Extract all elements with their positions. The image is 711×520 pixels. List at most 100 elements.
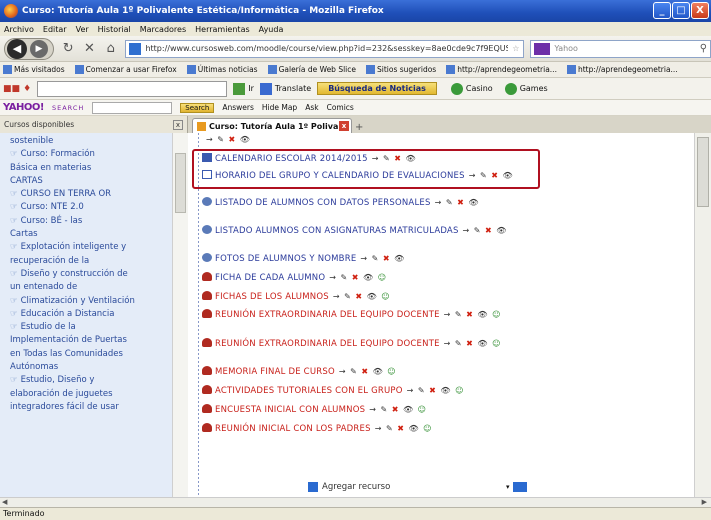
sidebar-course-item[interactable]: Cartas — [10, 228, 172, 241]
scroll-right-icon[interactable]: ▶ — [702, 498, 707, 506]
editing-icons[interactable]: → ✎ ✖ 👁 — [469, 171, 514, 180]
editing-icons[interactable]: → ✎ ✖ 👁 — [435, 198, 480, 207]
sidebar-course-item[interactable]: Implementación de Puertas — [10, 334, 172, 347]
go-button[interactable]: Ir — [233, 82, 254, 95]
resource-link[interactable]: REUNIÓN INICIAL CON LOS PADRES → ✎ ✖ 👁 ☺ — [202, 423, 433, 434]
sidebar-course-item[interactable]: elaboración de juguetes — [10, 388, 172, 401]
editing-icons[interactable]: → ✎ ✖ 👁 — [372, 154, 417, 163]
resource-link[interactable]: FICHA DE CADA ALUMNO → ✎ ✖ 👁 ☺ — [202, 272, 387, 283]
page-scroll-thumb[interactable] — [697, 137, 709, 207]
menu-ver[interactable]: Ver — [76, 25, 89, 34]
sidebar-scrollbar[interactable] — [172, 133, 188, 497]
back-button[interactable]: ◀ — [7, 38, 27, 59]
sidebar-course-item[interactable]: ☞ Educación a Distancia — [10, 308, 172, 321]
toolbar-logo-icon[interactable]: ■■ ♦ — [3, 84, 31, 94]
menu-ayuda[interactable]: Ayuda — [259, 25, 284, 34]
editing-icons[interactable]: → ✎ ✖ 👁 — [206, 135, 251, 144]
add-activity-select[interactable]: ▾ — [506, 482, 527, 492]
sidebar-course-item[interactable]: integradores fácil de usar — [10, 401, 172, 414]
editing-icons[interactable]: → ✎ ✖ 👁 — [463, 226, 508, 235]
busqueda-noticias-button[interactable]: Búsqueda de Noticias — [317, 82, 437, 95]
yahoo-link-ask[interactable]: Ask — [305, 103, 318, 112]
bookmark-web-slice[interactable]: Galería de Web Slice — [267, 65, 356, 74]
forward-button[interactable]: ▶ — [30, 39, 48, 58]
sidebar-course-item[interactable]: Autónomas — [10, 361, 172, 374]
sidebar-course-item[interactable]: ☞ Explotación inteligente y — [10, 241, 172, 254]
editing-icons[interactable]: → ✎ ✖ 👁 ☺ — [369, 405, 427, 414]
resource-link[interactable]: HORARIO DEL GRUPO Y CALENDARIO DE EVALUA… — [202, 170, 514, 181]
resource-link[interactable]: REUNIÓN EXTRAORDINARIA DEL EQUIPO DOCENT… — [202, 338, 501, 349]
search-bar[interactable]: Yahoo ⚲ — [530, 39, 711, 58]
yahoo-engine-icon[interactable] — [534, 42, 551, 55]
editing-icons[interactable]: → ✎ ✖ 👁 ☺ — [339, 367, 397, 376]
sidebar-course-item[interactable]: Básica en materias — [10, 162, 172, 175]
sidebar-course-item[interactable]: ☞ Curso: Formación — [10, 148, 172, 161]
yahoo-link-hidemap[interactable]: Hide Map — [262, 103, 297, 112]
sidebar-course-item[interactable]: ☞ CURSO EN TERRA OR — [10, 188, 172, 201]
menu-archivo[interactable]: Archivo — [4, 25, 34, 34]
toolbar-search-input[interactable] — [37, 80, 228, 97]
scroll-left-icon[interactable]: ◀ — [2, 498, 7, 506]
yahoo-link-comics[interactable]: Comics — [327, 103, 354, 112]
translate-button[interactable]: Translate — [259, 82, 311, 95]
add-resource-row[interactable]: Agregar recurso — [308, 482, 390, 492]
tab-close-button[interactable]: x — [339, 121, 349, 131]
menu-editar[interactable]: Editar — [43, 25, 67, 34]
resource-link[interactable]: ENCUESTA INICIAL CON ALUMNOS → ✎ ✖ 👁 ☺ — [202, 404, 427, 415]
dropdown-arrow-icon[interactable]: ▾ — [506, 483, 510, 491]
editing-icons[interactable]: → ✎ ✖ 👁 ☺ — [444, 339, 502, 348]
bookmark-aprendegeometria-1[interactable]: http://aprendegeometria... — [446, 65, 557, 74]
resource-link[interactable]: MEMORIA FINAL DE CURSO → ✎ ✖ 👁 ☺ — [202, 366, 397, 377]
bookmark-aprendegeometria-2[interactable]: http://aprendegeometria... — [566, 65, 678, 74]
casino-link[interactable]: Casino — [450, 82, 493, 95]
resource-link[interactable]: REUNIÓN EXTRAORDINARIA DEL EQUIPO DOCENT… — [202, 309, 501, 320]
sidebar-course-item[interactable]: CARTAS — [10, 175, 172, 188]
yahoo-search-button[interactable]: Search — [180, 102, 215, 113]
maximize-button[interactable]: □ — [672, 2, 690, 19]
sidebar-course-item[interactable]: sostenible — [10, 135, 172, 148]
sidebar-course-item[interactable]: ☞ Curso: BÉ - las — [10, 215, 172, 228]
bookmark-star-icon[interactable]: ☆ — [512, 44, 519, 53]
home-icon[interactable]: ⌂ — [104, 41, 117, 56]
tab-active-course[interactable]: Curso: Tutoría Aula 1º Polivalente... x — [192, 118, 352, 133]
window-titlebar[interactable]: Curso: Tutoría Aula 1º Polivalente Estét… — [0, 0, 711, 22]
menu-herramientas[interactable]: Herramientas — [195, 25, 250, 34]
editing-icons[interactable]: → ✎ ✖ 👁 ☺ — [333, 292, 391, 301]
yahoo-logo[interactable]: YAHOO! — [3, 102, 44, 113]
horizontal-scrollbar[interactable]: ◀ ▶ — [0, 497, 711, 507]
editing-icons[interactable]: → ✎ ✖ 👁 — [360, 254, 405, 263]
sidebar-course-item[interactable]: ☞ Diseño y construcción de — [10, 268, 172, 281]
go-icon[interactable] — [512, 482, 527, 492]
stop-icon[interactable]: ✕ — [83, 41, 96, 56]
sidebar-scroll-thumb[interactable] — [175, 153, 186, 213]
sidebar-course-item[interactable]: recuperación de la — [10, 255, 172, 268]
editing-icons[interactable]: → ✎ ✖ 👁 ☺ — [407, 386, 465, 395]
editing-icons[interactable]: → ✎ ✖ 👁 ☺ — [329, 273, 387, 282]
resource-link[interactable]: ACTIVIDADES TUTORIALES CON EL GRUPO → ✎ ✖… — [202, 385, 464, 396]
sidebar-close-button[interactable]: x — [173, 119, 183, 130]
reload-icon[interactable]: ↻ — [62, 41, 75, 56]
sidebar-course-item[interactable]: ☞ Estudio, Diseño y — [10, 374, 172, 387]
menu-marcadores[interactable]: Marcadores — [140, 25, 186, 34]
resource-link[interactable]: LISTADO DE ALUMNOS CON DATOS PERSONALES →… — [202, 197, 479, 208]
search-icon[interactable]: ⚲ — [700, 43, 707, 54]
resource-link[interactable]: FICHAS DE LOS ALUMNOS → ✎ ✖ 👁 ☺ — [202, 291, 391, 302]
close-window-button[interactable]: X — [691, 2, 709, 19]
minimize-button[interactable]: _ — [653, 2, 671, 19]
editing-icons[interactable]: → ✎ ✖ 👁 ☺ — [444, 310, 502, 319]
bookmark-mas-visitados[interactable]: Más visitados — [3, 65, 65, 74]
resource-link[interactable]: FOTOS DE ALUMNOS Y NOMBRE → ✎ ✖ 👁 — [202, 253, 405, 264]
yahoo-search-input[interactable] — [92, 101, 173, 114]
yahoo-link-answers[interactable]: Answers — [222, 103, 254, 112]
bookmark-sitios-sugeridos[interactable]: Sitios sugeridos — [366, 65, 436, 74]
sidebar-course-item[interactable]: ☞ Curso: NTE 2.0 — [10, 201, 172, 214]
page-scrollbar[interactable] — [694, 133, 711, 497]
sidebar-course-item[interactable]: ☞ Climatización y Ventilación — [10, 295, 172, 308]
sidebar-course-item[interactable]: ☞ Estudio de la — [10, 321, 172, 334]
resource-link[interactable]: CALENDARIO ESCOLAR 2014/2015 → ✎ ✖ 👁 — [202, 153, 417, 164]
games-link[interactable]: Games — [504, 82, 548, 95]
resource-link[interactable]: LISTADO ALUMNOS CON ASIGNATURAS MATRICUL… — [202, 225, 507, 236]
new-tab-button[interactable]: + — [355, 122, 363, 133]
menu-historial[interactable]: Historial — [98, 25, 131, 34]
sidebar-course-item[interactable]: un entenado de — [10, 281, 172, 294]
